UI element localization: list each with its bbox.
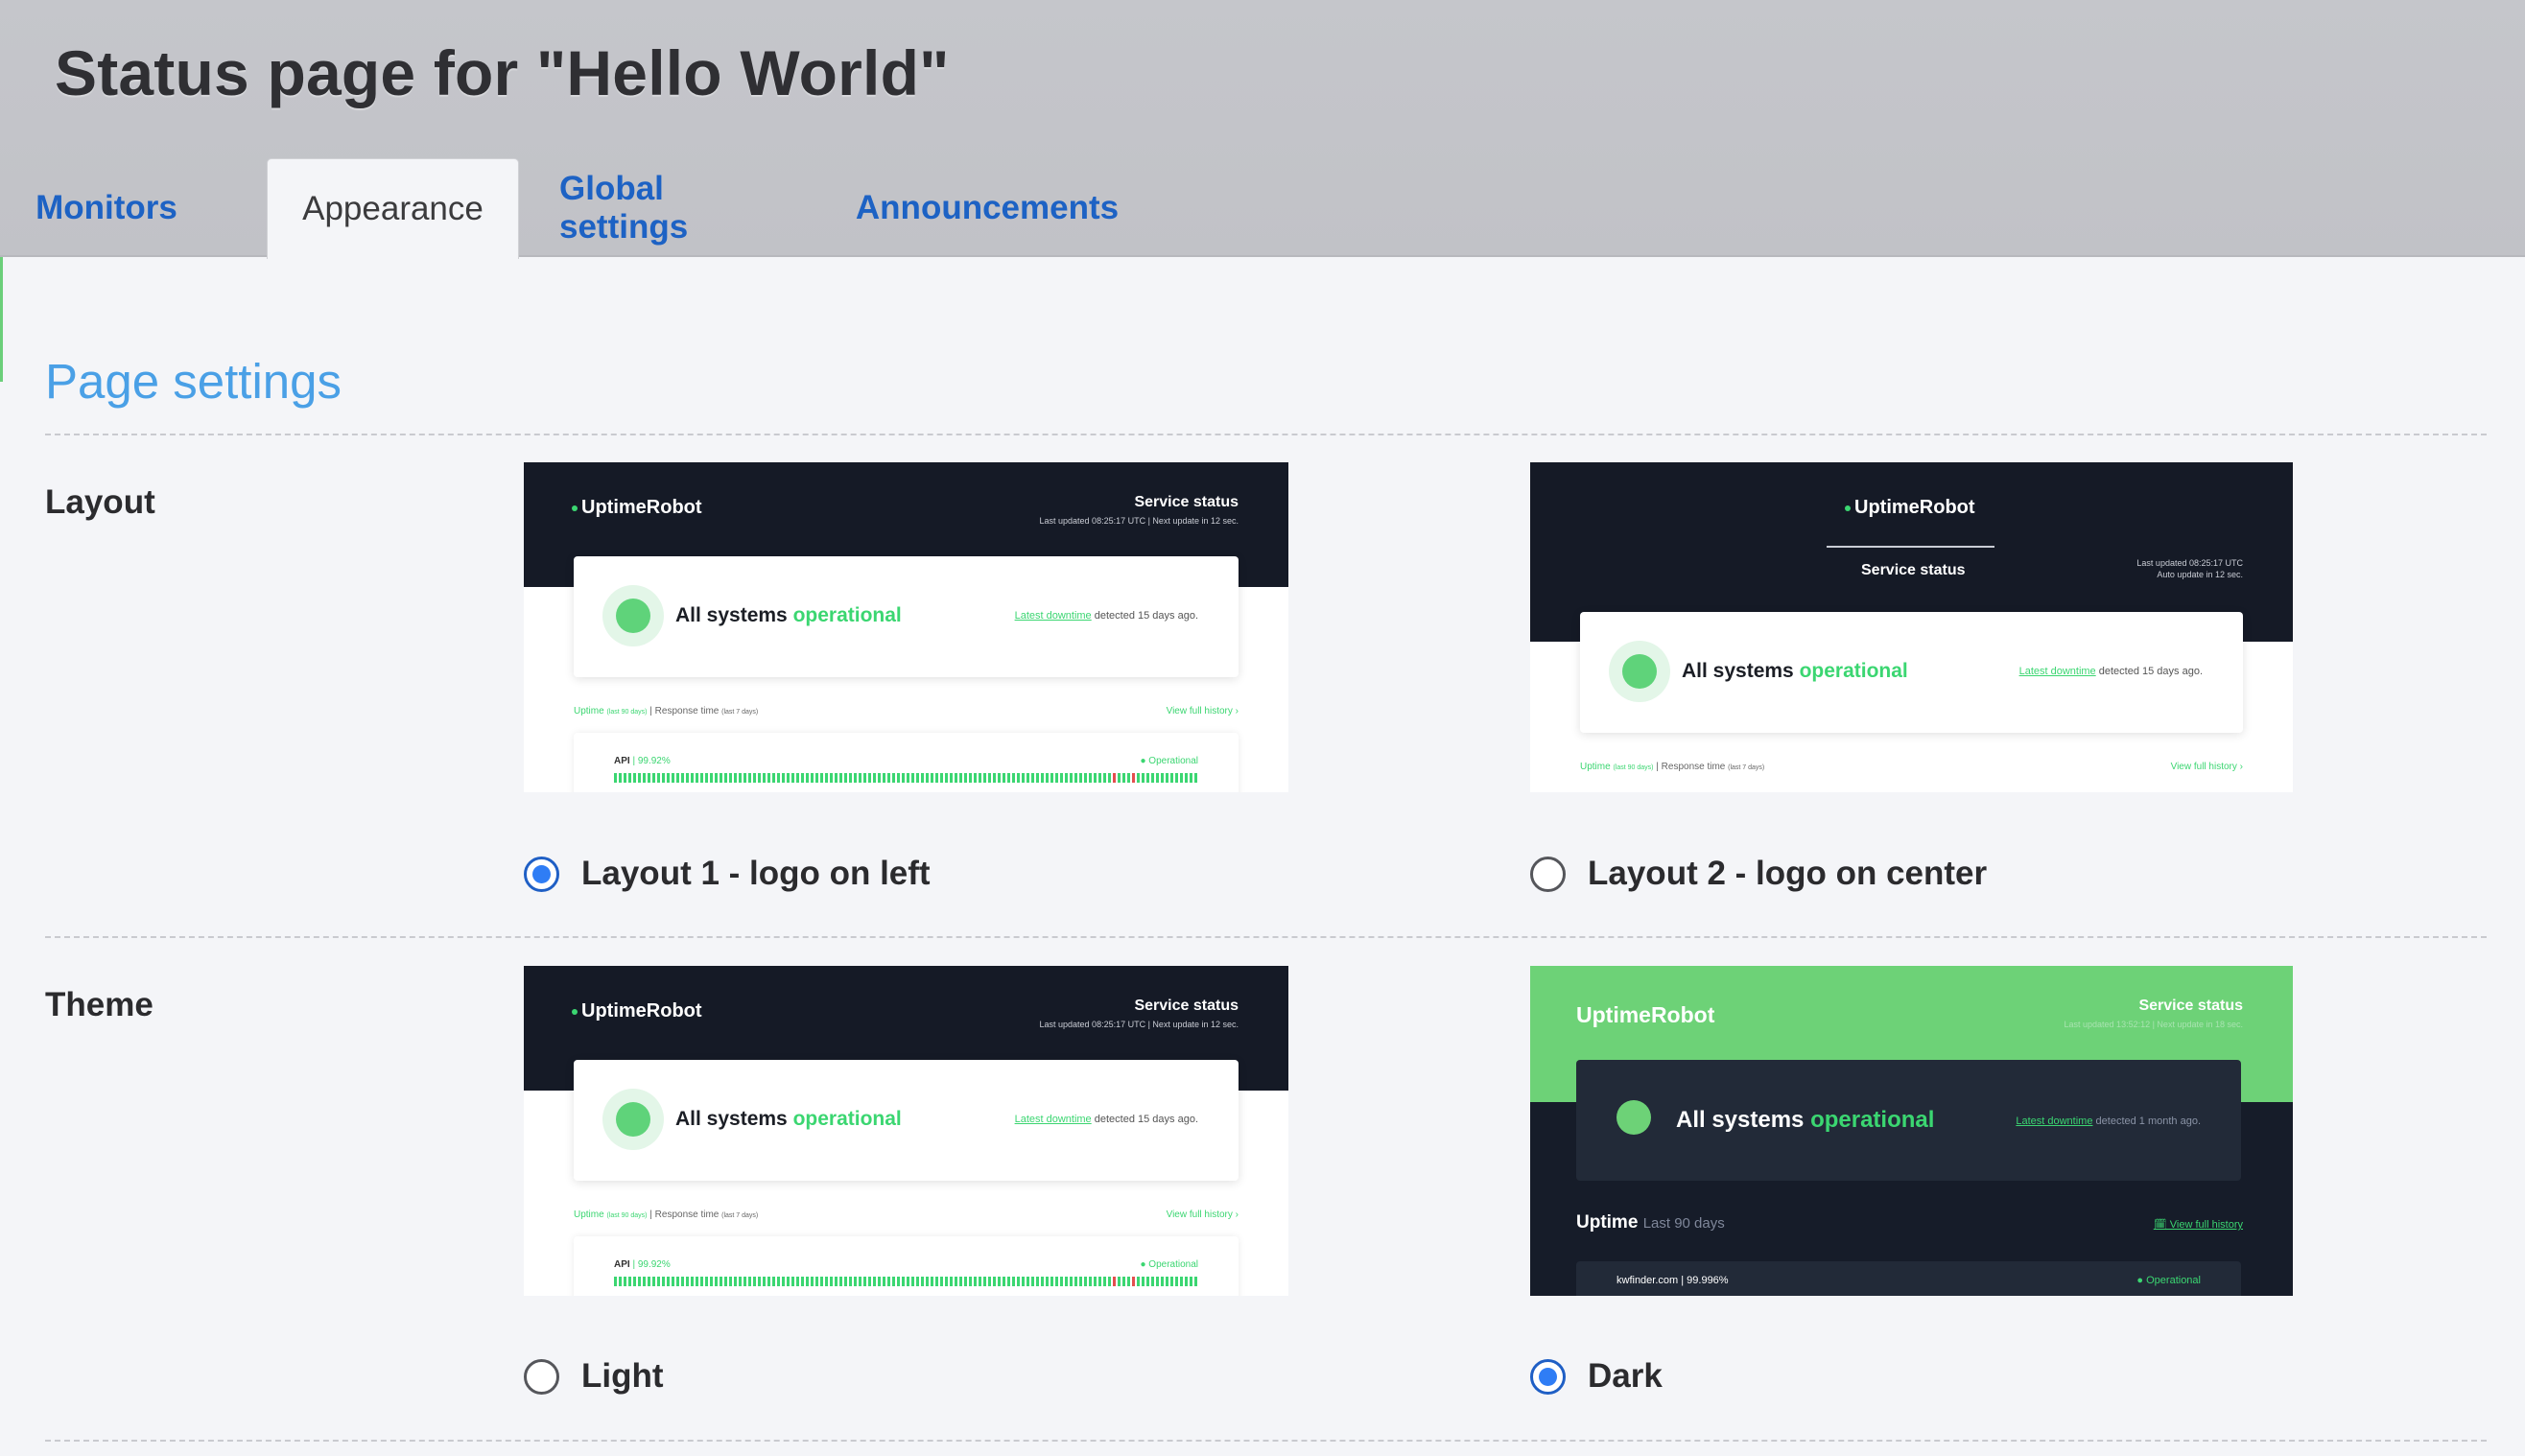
preview-status-card: All systems operational Latest downtime … (1576, 1060, 2241, 1181)
light-theme-option[interactable]: Light (524, 1357, 664, 1396)
preview-latest-downtime: Latest downtime detected 15 days ago. (1014, 610, 1198, 622)
tab-global-settings[interactable]: Global settings (559, 158, 791, 257)
dark-theme-option[interactable]: Dark (1530, 1357, 1663, 1396)
preview-last-updated: Last updated 08:25:17 UTC | Next update … (1039, 1020, 1239, 1029)
preview-monitor-name: kwfinder.com | 99.996% (1616, 1275, 1729, 1286)
preview-uptime-label: Uptime Last 90 days (1576, 1212, 1725, 1233)
logo-dot-icon (572, 505, 578, 511)
preview-all-systems: All systems operational (675, 1108, 902, 1130)
preview-underline (1827, 546, 1994, 548)
preview-service-status: Service status (1134, 494, 1239, 510)
preview-monitor-card: kwfinder.com | 99.996% ● Operational (1576, 1261, 2241, 1296)
preview-logo-text: UptimeRobot (581, 497, 702, 518)
dark-theme-radio[interactable] (1530, 1358, 1566, 1395)
status-indicator-icon (1609, 641, 1670, 702)
preview-latest-downtime: Latest downtime detected 15 days ago. (1014, 1114, 1198, 1125)
layout-1-label: Layout 1 - logo on left (581, 855, 931, 892)
page-title: Status page for "Hello World" (55, 37, 950, 108)
preview-last-updated: Last updated 08:25:17 UTC (2136, 558, 2243, 568)
tab-appearance[interactable]: Appearance (267, 158, 519, 259)
preview-view-history: View full history › (1166, 1209, 1239, 1220)
tab-monitors[interactable]: Monitors (35, 158, 177, 257)
preview-logo: UptimeRobot (572, 497, 702, 519)
preview-operational: ● Operational (1140, 756, 1198, 766)
divider (45, 936, 2487, 938)
preview-auto-update: Auto update in 12 sec. (2157, 570, 2243, 579)
preview-uptime-label: Uptime (last 90 days) | Response time (l… (574, 706, 759, 716)
preview-status-card: All systems operational Latest downtime … (574, 1060, 1239, 1181)
preview-uptime-bars (614, 1277, 1198, 1286)
preview-service-status: Service status (2138, 998, 2243, 1014)
preview-logo: UptimeRobot (1576, 1002, 1715, 1027)
preview-service-status: Service status (1134, 998, 1239, 1014)
status-indicator-icon (602, 585, 664, 646)
dark-theme-preview[interactable]: UptimeRobot Service status Last updated … (1530, 966, 2293, 1296)
status-indicator-icon (1616, 1100, 1651, 1135)
preview-service-status: Service status (1861, 562, 1966, 578)
preview-all-systems: All systems operational (1676, 1107, 1935, 1133)
light-theme-preview[interactable]: UptimeRobot Service status Last updated … (524, 966, 1288, 1296)
preview-view-history: View full history › (2170, 762, 2243, 772)
section-title: Page settings (45, 354, 342, 409)
layout-1-radio[interactable] (524, 856, 559, 892)
preview-status-card: All systems operational Latest downtime … (574, 556, 1239, 677)
light-theme-label: Light (581, 1357, 664, 1395)
preview-logo: UptimeRobot (572, 1000, 702, 1022)
layout-1-option[interactable]: Layout 1 - logo on left (524, 855, 931, 893)
preview-uptime-bars (614, 773, 1198, 783)
preview-uptime-label: Uptime (last 90 days) | Response time (l… (1580, 762, 1765, 772)
preview-api: API | 99.92% (614, 756, 671, 766)
status-indicator-icon (602, 1089, 664, 1150)
preview-monitor-card: API | 99.92% ● Operational (574, 1236, 1239, 1296)
header-bar: Status page for "Hello World" Monitors A… (0, 0, 2525, 259)
preview-api: API | 99.92% (614, 1259, 671, 1270)
preview-view-history: 🗓 View full history (2153, 1219, 2243, 1231)
layout-label: Layout (45, 483, 155, 521)
tab-announcements[interactable]: Announcements (856, 158, 1119, 257)
layout-2-preview[interactable]: UptimeRobot Service status Last updated … (1530, 462, 2293, 792)
preview-operational: ● Operational (1140, 1259, 1198, 1270)
layout-2-radio[interactable] (1530, 856, 1566, 892)
divider (45, 1440, 2487, 1442)
logo-dot-icon (1845, 505, 1851, 511)
light-theme-radio[interactable] (524, 1358, 559, 1395)
preview-monitor-card: API | 99.92% ● Operational (574, 733, 1239, 792)
left-accent-bar (0, 257, 3, 382)
preview-operational: ● Operational (2136, 1275, 2201, 1286)
layout-1-preview[interactable]: UptimeRobot Service status Last updated … (524, 462, 1288, 792)
preview-all-systems: All systems operational (675, 604, 902, 626)
logo-dot-icon (572, 1008, 578, 1015)
preview-status-card: All systems operational Latest downtime … (1580, 612, 2243, 733)
preview-logo-text: UptimeRobot (1854, 497, 1975, 518)
preview-latest-downtime: Latest downtime detected 1 month ago. (2016, 1115, 2201, 1127)
preview-all-systems: All systems operational (1682, 660, 1908, 682)
preview-logo-text: UptimeRobot (581, 1000, 702, 1022)
preview-latest-downtime: Latest downtime detected 15 days ago. (2018, 666, 2203, 677)
preview-last-updated: Last updated 13:52:12 | Next update in 1… (2064, 1020, 2243, 1029)
layout-2-label: Layout 2 - logo on center (1588, 855, 1988, 892)
theme-label: Theme (45, 986, 153, 1023)
layout-2-option[interactable]: Layout 2 - logo on center (1530, 855, 1987, 893)
dark-theme-label: Dark (1588, 1357, 1663, 1395)
preview-view-history: View full history › (1166, 706, 1239, 716)
preview-uptime-label: Uptime (last 90 days) | Response time (l… (574, 1209, 759, 1220)
divider (45, 434, 2487, 435)
preview-last-updated: Last updated 08:25:17 UTC | Next update … (1039, 516, 1239, 526)
preview-logo: UptimeRobot (1845, 497, 1975, 519)
